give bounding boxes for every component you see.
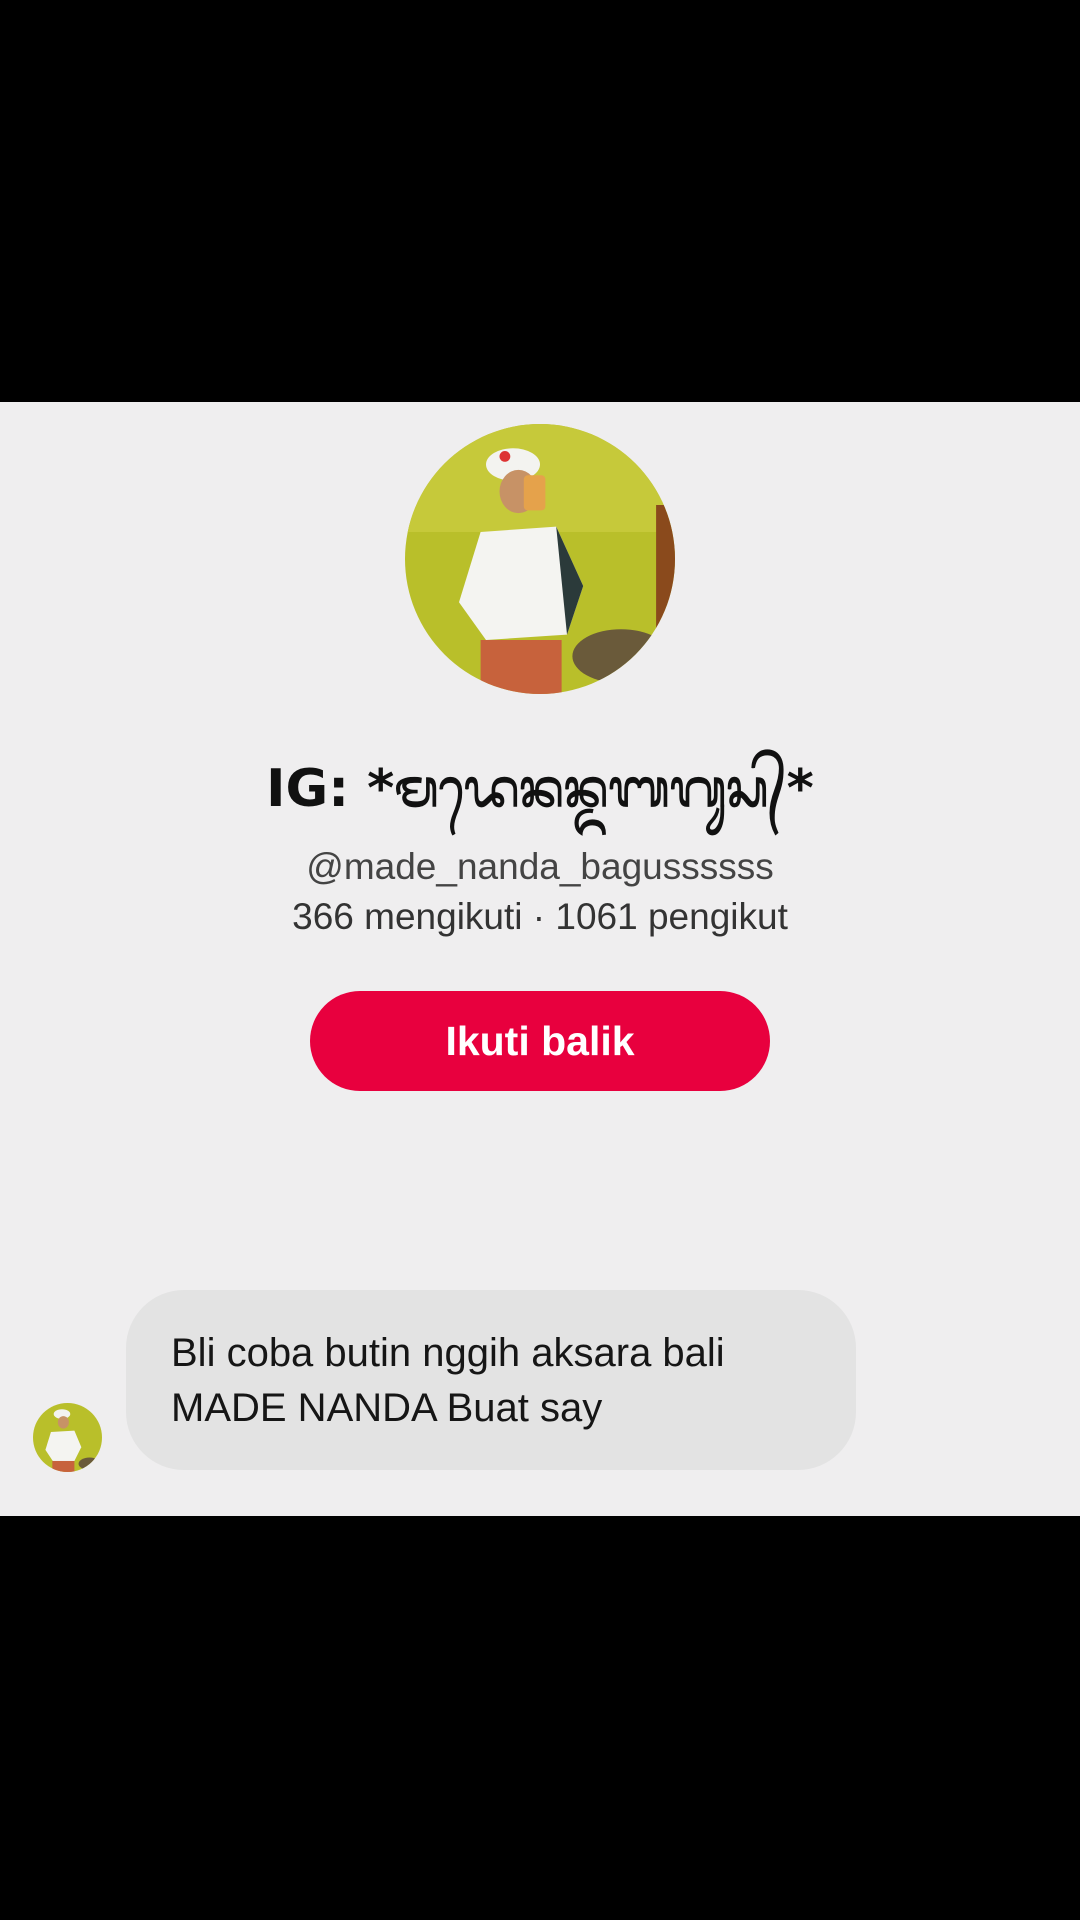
profile-panel: IG: *ᬫᬤᬾᬦᬦ᭄ᬤᬩᬕᬸᬲ᭄* @made_nanda_bagusssss… (0, 402, 1080, 1516)
follow-back-button[interactable]: Ikuti balik (310, 991, 770, 1091)
profile-photo-icon (405, 424, 675, 694)
message-row: Bli coba butin nggih aksara bali MADE NA… (0, 1290, 1080, 1472)
message-line-2: MADE NANDA Buat say (171, 1386, 603, 1430)
letterbox-bottom (0, 1516, 1080, 1920)
profile-avatar[interactable] (405, 424, 675, 694)
message-bubble[interactable]: Bli coba butin nggih aksara bali MADE NA… (126, 1290, 856, 1470)
sender-avatar[interactable] (33, 1403, 102, 1472)
display-name: IG: *ᬫᬤᬾᬦᬦ᭄ᬤᬩᬕᬸᬲ᭄* (266, 759, 814, 819)
follow-stats[interactable]: 366 mengikuti · 1061 pengikut (0, 896, 1080, 938)
username: @made_nanda_bagussssss (306, 846, 774, 887)
message-line-1: Bli coba butin nggih aksara bali (171, 1331, 725, 1375)
letterbox-top (0, 0, 1080, 402)
sender-photo-icon (33, 1403, 102, 1472)
